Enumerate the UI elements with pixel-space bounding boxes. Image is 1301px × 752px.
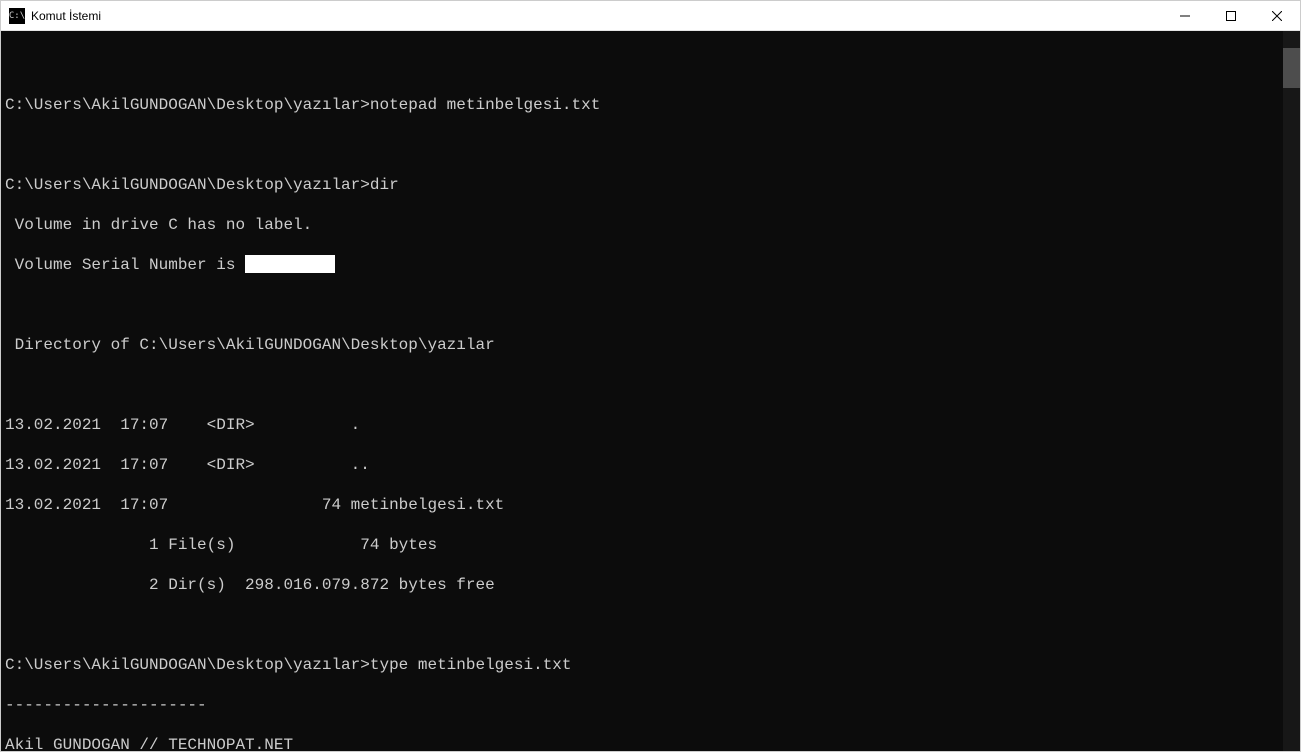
terminal-line — [5, 295, 1283, 315]
close-icon — [1272, 11, 1282, 21]
terminal-content[interactable]: C:\Users\AkilGUNDOGAN\Desktop\yazılar>no… — [1, 31, 1283, 751]
dir-summary: 2 Dir(s) 298.016.079.872 bytes free — [5, 575, 1283, 595]
command-text: type metinbelgesi.txt — [370, 656, 572, 674]
command-text: dir — [370, 176, 399, 194]
prompt: C:\Users\AkilGUNDOGAN\Desktop\yazılar> — [5, 656, 370, 674]
terminal-line — [5, 135, 1283, 155]
redacted-serial — [245, 255, 335, 273]
serial-prefix: Volume Serial Number is — [5, 256, 245, 274]
terminal-line: C:\Users\AkilGUNDOGAN\Desktop\yazılar>di… — [5, 175, 1283, 195]
scrollbar-thumb[interactable] — [1283, 48, 1300, 88]
terminal-line: C:\Users\AkilGUNDOGAN\Desktop\yazılar>ty… — [5, 655, 1283, 675]
command-text: notepad metinbelgesi.txt — [370, 96, 600, 114]
terminal-area[interactable]: C:\Users\AkilGUNDOGAN\Desktop\yazılar>no… — [1, 31, 1300, 751]
minimize-button[interactable] — [1162, 1, 1208, 30]
output-line: Directory of C:\Users\AkilGUNDOGAN\Deskt… — [5, 335, 1283, 355]
window-controls — [1162, 1, 1300, 30]
vertical-scrollbar[interactable] — [1283, 31, 1300, 751]
terminal-line: C:\Users\AkilGUNDOGAN\Desktop\yazılar>no… — [5, 95, 1283, 115]
output-line: --------------------- — [5, 695, 1283, 715]
terminal-line — [5, 375, 1283, 395]
maximize-icon — [1226, 11, 1236, 21]
window-titlebar: C:\ Komut İstemi — [1, 1, 1300, 31]
output-line: Volume Serial Number is — [5, 255, 1283, 275]
window-title: Komut İstemi — [31, 9, 1162, 23]
dir-entry: 13.02.2021 17:07 <DIR> .. — [5, 455, 1283, 475]
output-line: Akil GUNDOGAN // TECHNOPAT.NET — [5, 735, 1283, 751]
maximize-button[interactable] — [1208, 1, 1254, 30]
terminal-line — [5, 55, 1283, 75]
close-button[interactable] — [1254, 1, 1300, 30]
dir-summary: 1 File(s) 74 bytes — [5, 535, 1283, 555]
output-line: Volume in drive C has no label. — [5, 215, 1283, 235]
minimize-icon — [1180, 11, 1190, 21]
dir-entry: 13.02.2021 17:07 74 metinbelgesi.txt — [5, 495, 1283, 515]
app-icon: C:\ — [9, 8, 25, 24]
dir-entry: 13.02.2021 17:07 <DIR> . — [5, 415, 1283, 435]
prompt: C:\Users\AkilGUNDOGAN\Desktop\yazılar> — [5, 96, 370, 114]
prompt: C:\Users\AkilGUNDOGAN\Desktop\yazılar> — [5, 176, 370, 194]
terminal-line — [5, 615, 1283, 635]
